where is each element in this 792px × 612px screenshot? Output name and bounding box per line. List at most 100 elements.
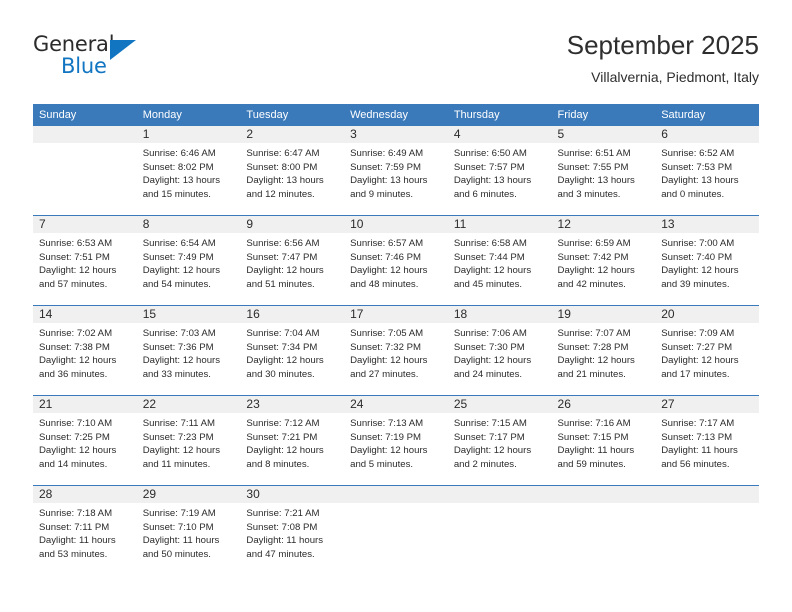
daylight-text: Daylight: 12 hours and 36 minutes. bbox=[39, 355, 117, 380]
daylight-text: Daylight: 11 hours and 47 minutes. bbox=[246, 535, 324, 560]
sunset-text: Sunset: 8:02 PM bbox=[142, 161, 214, 173]
sunset-text: Sunset: 7:47 PM bbox=[246, 251, 318, 263]
sunrise-text: Sunrise: 6:50 AM bbox=[453, 148, 527, 159]
general-blue-logo[interactable]: General Blue bbox=[33, 32, 163, 88]
daylight-text: Daylight: 12 hours and 48 minutes. bbox=[350, 265, 428, 290]
day-number: 20 bbox=[655, 306, 759, 323]
calendar-day-cell[interactable]: 7 Sunrise: 6:53 AM Sunset: 7:51 PM Daylight… bbox=[33, 215, 137, 306]
day-cell-inner: 24 Sunrise: 7:13 AM Sunset: 7:19 PM Dayligh… bbox=[344, 396, 448, 485]
calendar-day-cell[interactable]: 25 Sunrise: 7:15 AM Sunset: 7:17 PM Dayligh… bbox=[447, 395, 552, 486]
calendar-day-cell[interactable]: 14 Sunrise: 7:02 AM Sunset: 7:38 PM Dayligh… bbox=[33, 305, 137, 396]
day-cell-inner: 18 Sunrise: 7:06 AM Sunset: 7:30 PM Dayligh… bbox=[447, 306, 552, 395]
daylight-text: Daylight: 13 hours and 0 minutes. bbox=[661, 175, 739, 200]
sunrise-text: Sunrise: 7:18 AM bbox=[39, 508, 113, 519]
sunrise-text: Sunrise: 7:12 AM bbox=[246, 418, 320, 429]
sunset-text: Sunset: 7:34 PM bbox=[246, 341, 318, 353]
day-cell-inner: 3 Sunrise: 6:49 AM Sunset: 7:59 PM Daylight… bbox=[344, 126, 448, 215]
calendar-day-cell[interactable]: 17 Sunrise: 7:05 AM Sunset: 7:32 PM Dayligh… bbox=[344, 305, 448, 396]
sunrise-text: Sunrise: 7:15 AM bbox=[453, 418, 527, 429]
calendar-day-cell[interactable]: 13 Sunrise: 7:00 AM Sunset: 7:40 PM Dayligh… bbox=[655, 215, 759, 306]
sunset-text: Sunset: 7:08 PM bbox=[246, 521, 318, 533]
daylight-text: Daylight: 13 hours and 12 minutes. bbox=[246, 175, 324, 200]
day-number: 23 bbox=[240, 396, 345, 413]
day-number: 21 bbox=[33, 396, 137, 413]
daylight-text: Daylight: 12 hours and 8 minutes. bbox=[246, 445, 324, 470]
calendar-day-cell[interactable]: 3 Sunrise: 6:49 AM Sunset: 7:59 PM Daylight… bbox=[344, 126, 448, 216]
day-cell-inner: 29 Sunrise: 7:19 AM Sunset: 7:10 PM Dayligh… bbox=[136, 486, 241, 575]
logo-triangle-icon bbox=[110, 40, 136, 60]
day-sun-info: Sunrise: 7:03 AM Sunset: 7:36 PM Daylight:… bbox=[137, 323, 241, 381]
day-cell-inner: 21 Sunrise: 7:10 AM Sunset: 7:25 PM Dayligh… bbox=[33, 396, 137, 485]
calendar-day-cell[interactable]: 19 Sunrise: 7:07 AM Sunset: 7:28 PM Dayligh… bbox=[551, 305, 656, 396]
day-sun-info: Sunrise: 7:02 AM Sunset: 7:38 PM Daylight:… bbox=[33, 323, 137, 381]
sunrise-text: Sunrise: 6:57 AM bbox=[350, 238, 424, 249]
calendar-day-cell[interactable]: 2 Sunrise: 6:47 AM Sunset: 8:00 PM Daylight… bbox=[240, 126, 345, 216]
day-sun-info: Sunrise: 6:58 AM Sunset: 7:44 PM Daylight:… bbox=[448, 233, 552, 291]
day-cell-inner: 28 Sunrise: 7:18 AM Sunset: 7:11 PM Dayligh… bbox=[33, 486, 137, 575]
day-cell-inner: 5 Sunrise: 6:51 AM Sunset: 7:55 PM Daylight… bbox=[551, 126, 656, 215]
calendar-day-cell[interactable]: 22 Sunrise: 7:11 AM Sunset: 7:23 PM Dayligh… bbox=[136, 395, 241, 486]
day-sun-info: Sunrise: 6:57 AM Sunset: 7:46 PM Daylight:… bbox=[344, 233, 448, 291]
calendar-day-cell[interactable]: 9 Sunrise: 6:56 AM Sunset: 7:47 PM Daylight… bbox=[240, 215, 345, 306]
page-title: September 2025 bbox=[566, 30, 759, 60]
daylight-text: Daylight: 11 hours and 50 minutes. bbox=[142, 535, 220, 560]
calendar-day-cell[interactable]: 18 Sunrise: 7:06 AM Sunset: 7:30 PM Dayligh… bbox=[447, 305, 552, 396]
calendar-day-cell-empty bbox=[655, 485, 759, 575]
day-cell-inner: 27 Sunrise: 7:17 AM Sunset: 7:13 PM Dayligh… bbox=[655, 396, 759, 485]
calendar-day-cell[interactable]: 1 Sunrise: 6:46 AM Sunset: 8:02 PM Daylight… bbox=[136, 126, 241, 216]
sunset-text: Sunset: 7:10 PM bbox=[142, 521, 214, 533]
calendar-day-cell[interactable]: 5 Sunrise: 6:51 AM Sunset: 7:55 PM Daylight… bbox=[551, 126, 656, 216]
calendar-day-cell[interactable]: 15 Sunrise: 7:03 AM Sunset: 7:36 PM Dayligh… bbox=[136, 305, 241, 396]
calendar-day-cell[interactable]: 24 Sunrise: 7:13 AM Sunset: 7:19 PM Dayligh… bbox=[344, 395, 448, 486]
day-number: 27 bbox=[655, 396, 759, 413]
day-sun-info: Sunrise: 7:06 AM Sunset: 7:30 PM Daylight:… bbox=[448, 323, 552, 381]
calendar-day-cell[interactable]: 23 Sunrise: 7:12 AM Sunset: 7:21 PM Dayligh… bbox=[240, 395, 345, 486]
day-sun-info: Sunrise: 7:18 AM Sunset: 7:11 PM Daylight:… bbox=[33, 503, 137, 561]
calendar-grid: Sunday Monday Tuesday Wednesday Thursday Frid… bbox=[33, 104, 759, 575]
calendar-day-cell[interactable]: 21 Sunrise: 7:10 AM Sunset: 7:25 PM Dayligh… bbox=[33, 395, 137, 486]
day-number bbox=[344, 486, 448, 503]
daylight-text: Daylight: 12 hours and 42 minutes. bbox=[557, 265, 635, 290]
sunset-text: Sunset: 7:55 PM bbox=[557, 161, 629, 173]
day-sun-info: Sunrise: 7:05 AM Sunset: 7:32 PM Daylight:… bbox=[344, 323, 448, 381]
day-number: 7 bbox=[33, 216, 137, 233]
daylight-text: Daylight: 12 hours and 5 minutes. bbox=[350, 445, 428, 470]
sunset-text: Sunset: 7:15 PM bbox=[557, 431, 629, 443]
day-cell-inner: 14 Sunrise: 7:02 AM Sunset: 7:38 PM Dayligh… bbox=[33, 306, 137, 395]
calendar-page: General Blue September 2025 Villalvernia… bbox=[0, 0, 792, 612]
logo-text-blue: Blue bbox=[61, 54, 107, 78]
sunset-text: Sunset: 7:19 PM bbox=[350, 431, 422, 443]
day-sun-info: Sunrise: 7:16 AM Sunset: 7:15 PM Daylight:… bbox=[552, 413, 656, 471]
calendar-day-cell[interactable]: 10 Sunrise: 6:57 AM Sunset: 7:46 PM Dayligh… bbox=[344, 215, 448, 306]
day-sun-info: Sunrise: 6:54 AM Sunset: 7:49 PM Daylight:… bbox=[137, 233, 241, 291]
day-cell-inner: 13 Sunrise: 7:00 AM Sunset: 7:40 PM Dayligh… bbox=[655, 216, 759, 305]
day-sun-info: Sunrise: 7:12 AM Sunset: 7:21 PM Daylight:… bbox=[240, 413, 344, 471]
calendar-day-cell[interactable]: 30 Sunrise: 7:21 AM Sunset: 7:08 PM Dayligh… bbox=[240, 485, 345, 575]
calendar-day-cell[interactable]: 11 Sunrise: 6:58 AM Sunset: 7:44 PM Dayligh… bbox=[447, 215, 552, 306]
daylight-text: Daylight: 12 hours and 30 minutes. bbox=[246, 355, 324, 380]
day-sun-info: Sunrise: 6:47 AM Sunset: 8:00 PM Daylight:… bbox=[240, 143, 344, 201]
calendar-day-cell[interactable]: 27 Sunrise: 7:17 AM Sunset: 7:13 PM Dayligh… bbox=[655, 395, 759, 486]
calendar-day-cell[interactable]: 6 Sunrise: 6:52 AM Sunset: 7:53 PM Daylight… bbox=[655, 126, 759, 216]
day-cell-inner: 10 Sunrise: 6:57 AM Sunset: 7:46 PM Dayligh… bbox=[344, 216, 448, 305]
calendar-day-cell[interactable]: 29 Sunrise: 7:19 AM Sunset: 7:10 PM Dayligh… bbox=[136, 485, 241, 575]
daylight-text: Daylight: 12 hours and 17 minutes. bbox=[661, 355, 739, 380]
day-sun-info: Sunrise: 7:11 AM Sunset: 7:23 PM Daylight:… bbox=[137, 413, 241, 471]
calendar-day-cell[interactable]: 28 Sunrise: 7:18 AM Sunset: 7:11 PM Dayligh… bbox=[33, 485, 137, 575]
day-number: 3 bbox=[344, 126, 448, 143]
calendar-day-cell[interactable]: 26 Sunrise: 7:16 AM Sunset: 7:15 PM Dayligh… bbox=[551, 395, 656, 486]
calendar-day-cell[interactable]: 16 Sunrise: 7:04 AM Sunset: 7:34 PM Dayligh… bbox=[240, 305, 345, 396]
calendar-day-cell[interactable]: 20 Sunrise: 7:09 AM Sunset: 7:27 PM Dayligh… bbox=[655, 305, 759, 396]
daylight-text: Daylight: 12 hours and 57 minutes. bbox=[39, 265, 117, 290]
calendar-day-cell[interactable]: 12 Sunrise: 6:59 AM Sunset: 7:42 PM Dayligh… bbox=[551, 215, 656, 306]
sunrise-text: Sunrise: 6:52 AM bbox=[661, 148, 735, 159]
sunrise-text: Sunrise: 7:10 AM bbox=[39, 418, 113, 429]
daylight-text: Daylight: 12 hours and 33 minutes. bbox=[142, 355, 221, 380]
sunset-text: Sunset: 7:23 PM bbox=[142, 431, 214, 443]
daylight-text: Daylight: 11 hours and 59 minutes. bbox=[557, 445, 635, 470]
calendar-day-cell-empty bbox=[447, 485, 552, 575]
sunset-text: Sunset: 7:36 PM bbox=[142, 341, 214, 353]
calendar-day-cell[interactable]: 4 Sunrise: 6:50 AM Sunset: 7:57 PM Daylight… bbox=[447, 126, 552, 216]
day-sun-info: Sunrise: 7:21 AM Sunset: 7:08 PM Daylight:… bbox=[240, 503, 344, 561]
calendar-day-cell[interactable]: 8 Sunrise: 6:54 AM Sunset: 7:49 PM Daylight… bbox=[136, 215, 241, 306]
